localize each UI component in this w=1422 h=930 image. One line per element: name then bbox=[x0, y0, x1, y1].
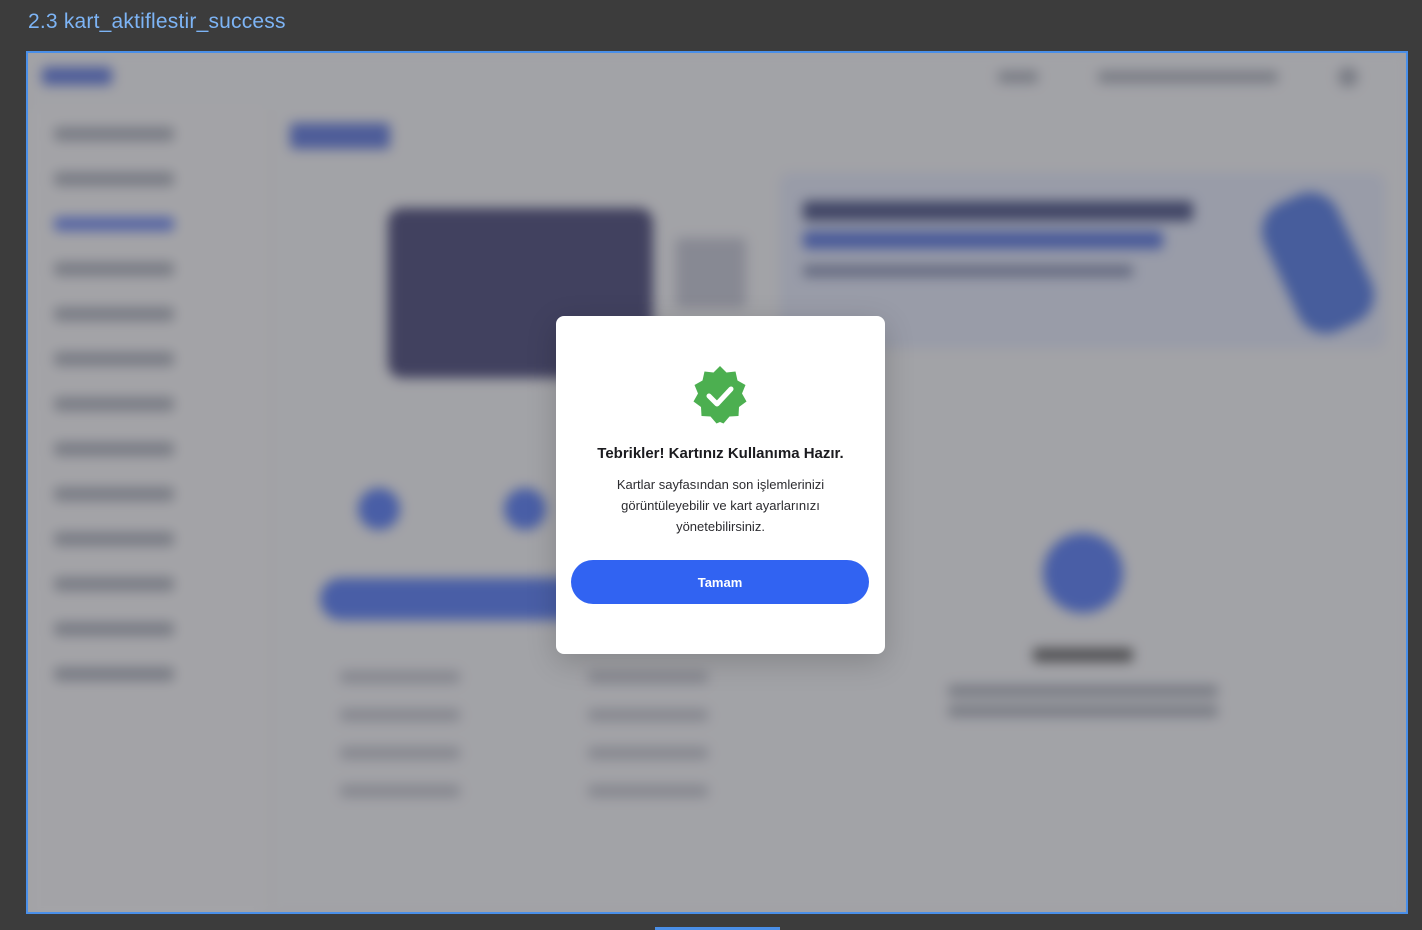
success-modal: Tebrikler! Kartınız Kullanıma Hazır. Kar… bbox=[556, 316, 885, 654]
modal-title: Tebrikler! Kartınız Kullanıma Hazır. bbox=[597, 445, 844, 462]
confirm-button[interactable]: Tamam bbox=[571, 560, 869, 604]
screen-frame: Tebrikler! Kartınız Kullanıma Hazır. Kar… bbox=[26, 51, 1408, 914]
verified-check-badge-icon bbox=[693, 366, 747, 424]
modal-message: Kartlar sayfasından son işlemlerinizi gö… bbox=[616, 477, 825, 534]
frame-title: 2.3 kart_aktiflestir_success bbox=[28, 10, 286, 33]
